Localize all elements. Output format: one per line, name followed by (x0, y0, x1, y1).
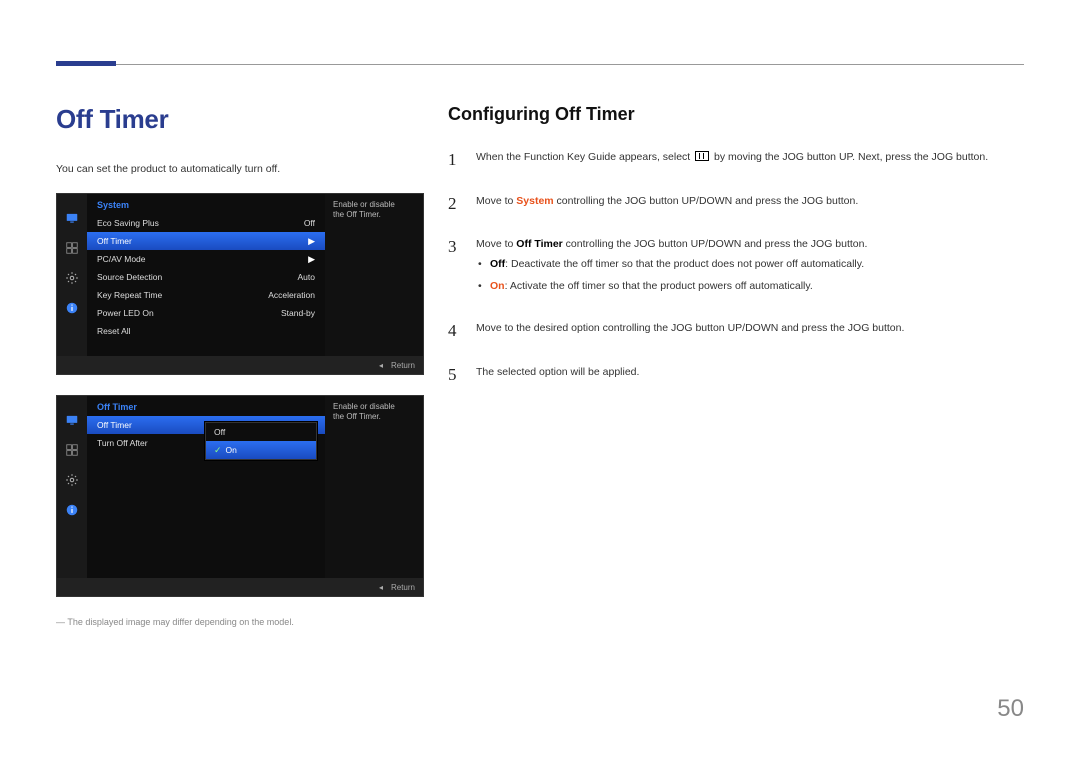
page-number: 50 (997, 695, 1024, 723)
osd-title: System (87, 200, 325, 214)
display-icon (64, 412, 80, 428)
info-icon (64, 502, 80, 518)
return-label: Return (391, 583, 415, 592)
osd-offtimer-menu: Off Timer Off TimerOff Turn Off After Of… (56, 395, 424, 597)
osd-row: Reset All (87, 322, 325, 340)
osd-sidebar (57, 396, 87, 578)
intro-text: You can set the product to automatically… (56, 163, 424, 175)
gear-icon (64, 270, 80, 286)
display-icon (64, 210, 80, 226)
info-icon (64, 300, 80, 316)
menu-icon (695, 151, 709, 161)
osd-popup-row-highlighted: ✓On (206, 441, 316, 459)
osd-sidebar (57, 194, 87, 356)
gear-icon (64, 472, 80, 488)
osd-system-menu: System Eco Saving PlusOff Off Timer▶ PC/… (56, 193, 424, 375)
step-4: 4 Move to the desired option controlling… (448, 318, 1024, 344)
return-arrow-icon: ◂ (379, 583, 383, 592)
check-icon: ✓ (214, 445, 222, 455)
osd-popup: Off ✓On (205, 422, 317, 460)
step-2: 2 Move to System controlling the JOG but… (448, 191, 1024, 217)
step-number: 2 (448, 191, 462, 217)
osd-footer: ◂ Return (57, 578, 423, 596)
osd-row: Eco Saving PlusOff (87, 214, 325, 232)
step-5: 5 The selected option will be applied. (448, 362, 1024, 388)
return-label: Return (391, 361, 415, 370)
header-divider (56, 64, 1024, 65)
osd-row: Power LED OnStand-by (87, 304, 325, 322)
return-arrow-icon: ◂ (379, 361, 383, 370)
offtimer-keyword: Off Timer (516, 238, 562, 250)
osd-row: PC/AV Mode▶ (87, 250, 325, 268)
osd-row-highlighted: Off Timer▶ (87, 232, 325, 250)
header-accent (56, 61, 116, 66)
bullet-on: On: Activate the off timer so that the p… (476, 279, 1024, 295)
osd-title: Off Timer (87, 402, 325, 416)
step-number: 4 (448, 318, 462, 344)
step-number: 5 (448, 362, 462, 388)
osd-row: Source DetectionAuto (87, 268, 325, 286)
bullet-off: Off: Deactivate the off timer so that th… (476, 257, 1024, 273)
section-title: Configuring Off Timer (448, 104, 1024, 125)
settings-square-icon (64, 240, 80, 256)
osd-help-pane: Enable or disable the Off Timer. (325, 194, 423, 356)
osd-popup-row: Off (206, 423, 316, 441)
step-number: 1 (448, 147, 462, 173)
step-3: 3 Move to Off Timer controlling the JOG … (448, 234, 1024, 300)
system-keyword: System (516, 195, 553, 207)
page-title: Off Timer (56, 104, 424, 135)
osd-footer: ◂ Return (57, 356, 423, 374)
settings-square-icon (64, 442, 80, 458)
osd-row: Key Repeat TimeAcceleration (87, 286, 325, 304)
step-number: 3 (448, 234, 462, 300)
step-1: 1 When the Function Key Guide appears, s… (448, 147, 1024, 173)
footnote: ― The displayed image may differ dependi… (56, 617, 424, 627)
osd-help-pane: Enable or disable the Off Timer. (325, 396, 423, 578)
